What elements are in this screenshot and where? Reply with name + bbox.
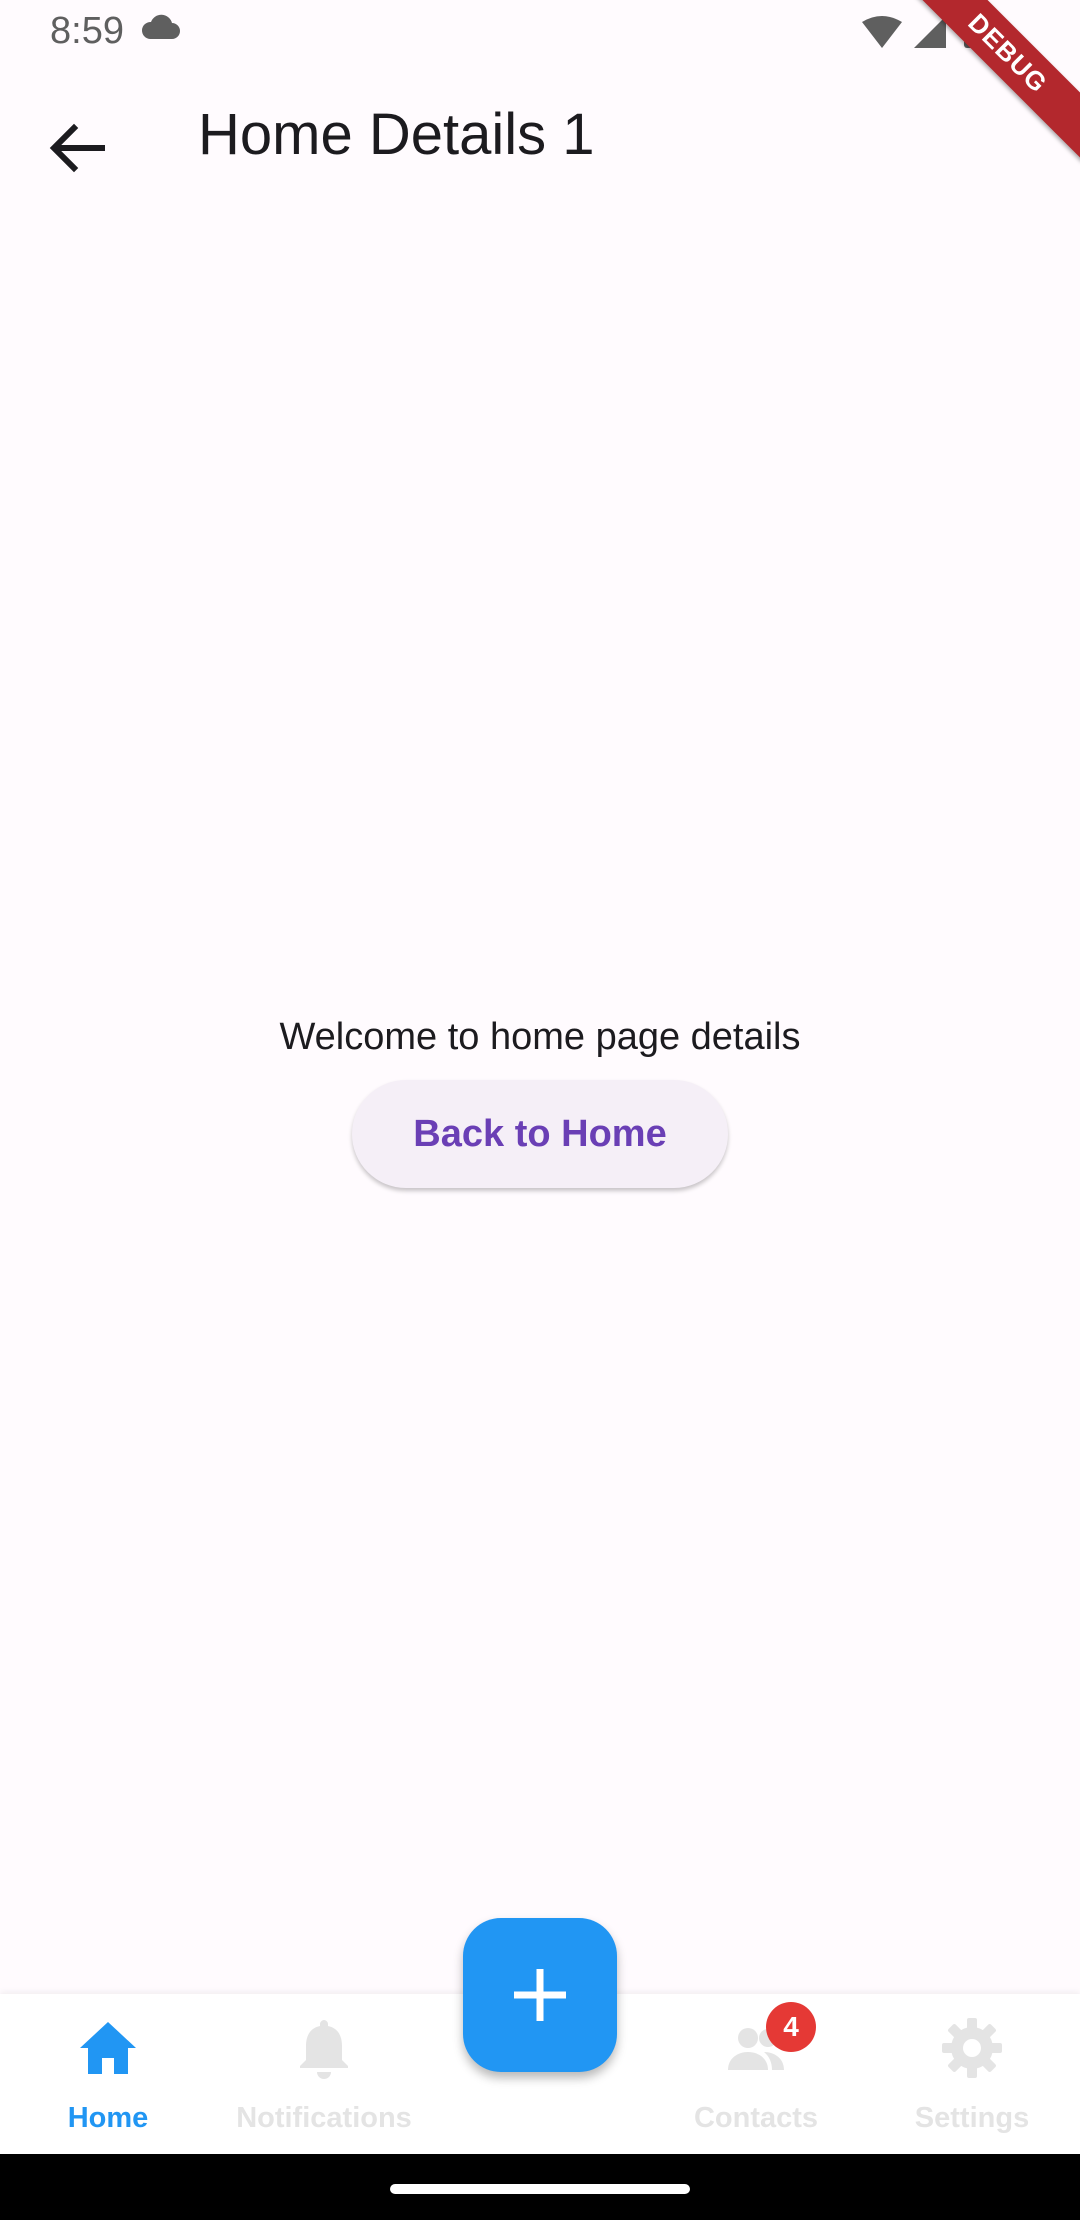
nav-label-settings: Settings <box>914 2102 1030 2134</box>
wifi-icon <box>862 16 902 48</box>
page-title: Home Details 1 <box>198 102 595 167</box>
gear-icon <box>942 2018 1002 2078</box>
app-bar: Home Details 1 <box>0 66 1080 216</box>
add-fab-button[interactable] <box>463 1918 617 2072</box>
nav-item-notifications[interactable]: Notifications <box>216 1994 432 2154</box>
bell-icon <box>300 2020 348 2079</box>
nav-label-notifications: Notifications <box>236 2102 412 2134</box>
status-bar: 8:59 <box>0 0 1080 66</box>
back-to-home-button[interactable]: Back to Home <box>352 1080 728 1188</box>
plus-icon <box>514 1969 566 2021</box>
arrow-back-icon <box>49 123 105 173</box>
system-gesture-bar <box>0 2154 1080 2220</box>
welcome-text: Welcome to home page details <box>279 1016 801 1058</box>
gesture-handle[interactable] <box>390 2184 690 2194</box>
nav-label-contacts: Contacts <box>693 2102 819 2134</box>
nav-item-settings[interactable]: Settings <box>864 1994 1080 2154</box>
nav-item-contacts[interactable]: 4 Contacts <box>648 1994 864 2154</box>
cloud-icon <box>141 14 180 39</box>
contacts-badge: 4 <box>766 2002 816 2052</box>
nav-item-home[interactable]: Home <box>0 1994 216 2154</box>
home-icon <box>80 2022 136 2074</box>
signal-icon <box>914 16 946 48</box>
status-time: 8:59 <box>50 10 124 52</box>
nav-label-home: Home <box>67 2102 149 2134</box>
back-button[interactable] <box>36 106 120 190</box>
